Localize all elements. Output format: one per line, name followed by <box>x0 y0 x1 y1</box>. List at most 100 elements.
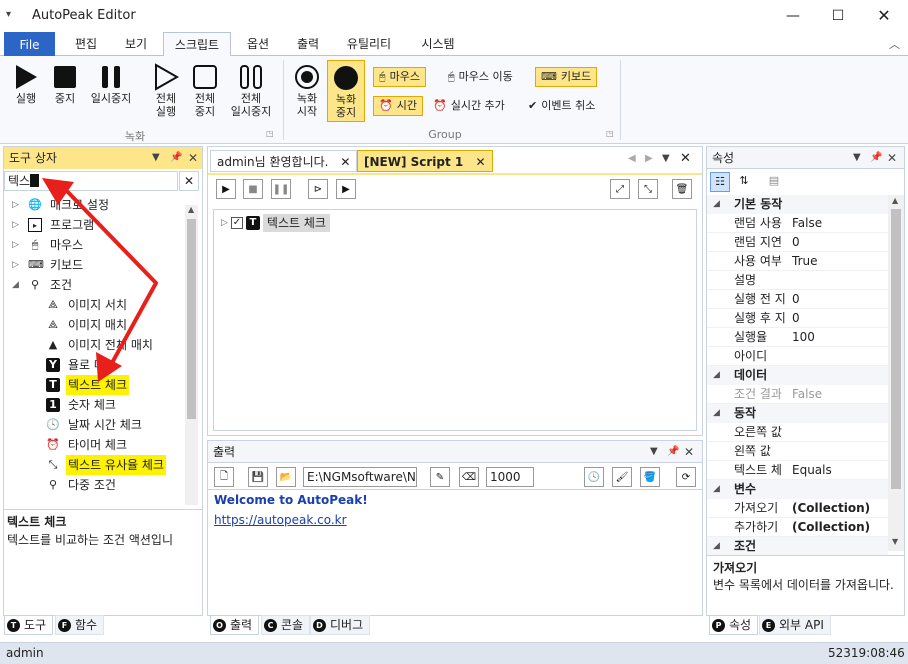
close-icon[interactable]: ✕ <box>861 0 907 32</box>
property-value[interactable]: False <box>792 214 888 233</box>
dialog-launcher-icon[interactable]: ◳ <box>606 129 614 138</box>
scroll-up-icon[interactable]: ▲ <box>188 205 194 214</box>
close-icon[interactable]: ✕ <box>887 147 897 169</box>
expand-all-button[interactable]: ⤢ <box>610 179 630 199</box>
toolbox-scrollbar[interactable]: ▲ <box>185 205 198 505</box>
time-toggle[interactable]: ⏰ 시간 <box>373 96 423 116</box>
output-clear-button[interactable]: ⌫ <box>459 467 479 487</box>
output-brush-button[interactable]: 🖌 <box>612 467 632 487</box>
output-link[interactable]: https://autopeak.co.kr <box>214 513 347 527</box>
clear-search-button[interactable]: ✕ <box>179 171 199 191</box>
pause-all-button[interactable]: 전체 일시중지 <box>224 62 278 118</box>
dialog-launcher-icon[interactable]: ◳ <box>266 129 274 138</box>
tab-output-panel[interactable]: O 출력 <box>210 615 260 635</box>
property-row[interactable]: 랜덤 사용 False <box>707 214 888 233</box>
pause-button[interactable]: 일시중지 <box>84 62 138 105</box>
property-value[interactable]: 0 <box>792 233 888 252</box>
close-tab-icon[interactable]: ✕ <box>475 155 485 169</box>
tab-console[interactable]: C 콘솔 <box>261 615 311 635</box>
property-row[interactable]: 사용 여부 True <box>707 252 888 271</box>
toolbox-search-input[interactable]: 텍스 <box>4 171 178 191</box>
expand-icon[interactable]: ▷ <box>12 255 19 275</box>
property-category[interactable]: ◢ 기본 동작 <box>707 195 888 214</box>
properties-scrollbar[interactable]: ▲ ▼ <box>888 195 904 551</box>
tab-edit[interactable]: 편집 <box>64 32 108 56</box>
pin-icon[interactable]: 📌 <box>170 147 182 169</box>
minimize-icon[interactable]: — <box>770 0 816 32</box>
property-row[interactable]: 왼쪽 값 <box>707 442 888 461</box>
scroll-up-icon[interactable]: ▲ <box>892 196 898 205</box>
property-category[interactable]: ◢ 동작 <box>707 404 888 423</box>
dropdown-icon[interactable]: ▼ <box>853 147 861 169</box>
close-tab-icon[interactable]: ✕ <box>340 155 350 169</box>
dropdown-icon[interactable]: ▼ <box>152 147 160 169</box>
tab-system[interactable]: 시스템 <box>410 32 466 56</box>
tab-welcome[interactable]: admin님 환영합니다. ✕ <box>210 150 358 172</box>
output-clean-button[interactable]: ✎ <box>430 467 450 487</box>
maximize-icon[interactable]: ☐ <box>815 0 861 32</box>
pin-icon[interactable]: 📌 <box>870 147 882 169</box>
property-row[interactable]: 실행 후 지 0 <box>707 309 888 328</box>
collapse-ribbon-icon[interactable]: ︿ <box>889 36 900 52</box>
output-fill-button[interactable]: 🪣 <box>640 467 660 487</box>
dropdown-icon[interactable]: ▼ <box>650 441 658 463</box>
output-timestamp-button[interactable]: 🕓 <box>584 467 604 487</box>
tab-utility[interactable]: 유틸리티 <box>336 32 402 56</box>
scroll-tabs-right-icon[interactable]: ▶ <box>645 153 653 164</box>
collapse-all-button[interactable]: ⤡ <box>638 179 658 199</box>
property-row[interactable]: 랜덤 지연 0 <box>707 233 888 252</box>
mouse-toggle[interactable]: 🖰 마우스 <box>373 67 426 87</box>
script-stop-button[interactable]: ■ <box>243 179 263 199</box>
scrollbar-thumb[interactable] <box>891 209 901 489</box>
tab-script-1[interactable]: [NEW] Script 1 ✕ <box>357 150 493 172</box>
collapse-icon[interactable]: ◢ <box>713 195 720 214</box>
stop-all-button[interactable]: 전체 중지 <box>186 62 224 118</box>
output-new-button[interactable]: 🗋 <box>214 467 234 487</box>
tab-view[interactable]: 보기 <box>114 32 158 56</box>
property-value[interactable]: False <box>792 385 888 404</box>
property-row[interactable]: 추가하기 (Collection) <box>707 518 888 537</box>
property-value[interactable]: True <box>792 252 888 271</box>
property-row[interactable]: 아이디 <box>707 347 888 366</box>
keyboard-toggle[interactable]: ⌨ 키보드 <box>535 67 598 87</box>
close-icon[interactable]: ✕ <box>188 147 198 169</box>
stop-button[interactable]: 중지 <box>46 62 84 105</box>
delete-button[interactable]: 🗑 <box>672 179 692 199</box>
tab-debug[interactable]: D 디버그 <box>310 615 371 635</box>
tab-tools[interactable]: T 도구 <box>4 615 54 635</box>
property-value[interactable]: 0 <box>792 290 888 309</box>
tab-properties[interactable]: P 속성 <box>709 615 759 635</box>
tab-output[interactable]: 출력 <box>286 32 330 56</box>
property-row[interactable]: 텍스트 체 Equals <box>707 461 888 480</box>
scroll-tabs-left-icon[interactable]: ◀ <box>628 153 636 164</box>
script-node-text-check[interactable]: ▷ ✓ T 텍스트 체크 <box>221 214 330 232</box>
property-row[interactable]: 실행율 100 <box>707 328 888 347</box>
tab-list-icon[interactable]: ▼ <box>662 153 670 164</box>
run-all-button[interactable]: 전체 실행 <box>146 62 186 118</box>
tab-external-api[interactable]: E 외부 API <box>759 615 831 635</box>
script-step-button[interactable]: ⊳ <box>308 179 328 199</box>
output-open-button[interactable]: 📂 <box>276 467 296 487</box>
property-value[interactable]: 0 <box>792 309 888 328</box>
property-pages-button[interactable]: ▤ <box>764 172 784 192</box>
property-row[interactable]: 실행 전 지 0 <box>707 290 888 309</box>
quick-access-icon[interactable]: ▾ <box>6 9 11 20</box>
tab-functions[interactable]: F 함수 <box>55 615 105 635</box>
expand-icon[interactable]: ▷ <box>12 215 19 235</box>
pin-icon[interactable]: 📌 <box>667 441 679 463</box>
record-start-button[interactable]: 녹화 시작 <box>288 62 326 118</box>
node-checkbox[interactable]: ✓ <box>230 217 243 229</box>
tab-options[interactable]: 옵션 <box>236 32 280 56</box>
expand-icon[interactable]: ▷ <box>12 235 19 255</box>
scroll-down-icon[interactable]: ▼ <box>892 537 898 546</box>
collapse-icon[interactable]: ◢ <box>713 480 720 499</box>
collapse-icon[interactable]: ◢ <box>713 404 720 423</box>
collapse-icon[interactable]: ◢ <box>713 537 720 555</box>
output-refresh-button[interactable]: ⟳ <box>676 467 696 487</box>
output-path-input[interactable]: E:\NGMsoftware\NG <box>303 467 417 487</box>
script-run-to-button[interactable]: ▶ <box>336 179 356 199</box>
property-value[interactable]: Equals <box>792 461 888 480</box>
property-row[interactable]: 가져오기 (Collection) <box>707 499 888 518</box>
collapse-icon[interactable]: ◢ <box>12 275 19 295</box>
property-value[interactable]: 100 <box>792 328 888 347</box>
